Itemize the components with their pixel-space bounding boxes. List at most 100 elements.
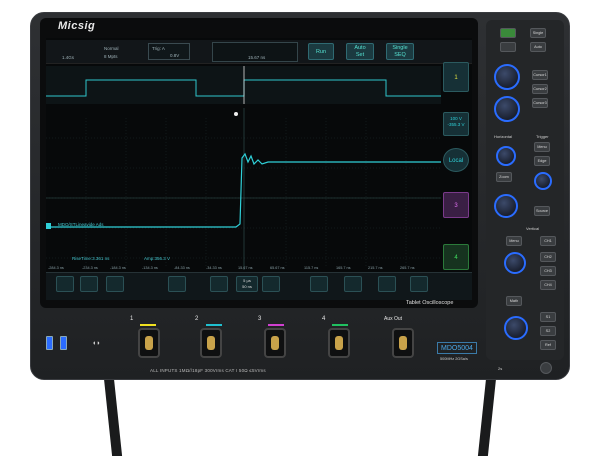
camera-icon[interactable] (500, 42, 516, 52)
time-tick: 15.67 ns (238, 266, 253, 270)
aux-out-connector[interactable] (392, 328, 414, 358)
coupling-text: Normal (104, 46, 119, 51)
channel-4-label: 4 (322, 316, 326, 322)
stand-leg-left (103, 378, 123, 456)
display-icon[interactable] (378, 276, 396, 292)
scale-readout: 100 V -355.3 V (443, 112, 469, 136)
channel-1-color (140, 324, 156, 326)
horizontal-label: Horizontal (494, 134, 513, 139)
measure-icon[interactable] (168, 276, 186, 292)
waveform-area[interactable] (46, 38, 472, 300)
power-icon[interactable] (540, 362, 552, 374)
stand-leg-right (477, 378, 497, 456)
s1-button[interactable]: S1 (540, 312, 556, 322)
menu-icon[interactable] (80, 276, 98, 292)
time-tick: 115.7 ns (304, 266, 319, 270)
time-tick: 215.7 ns (368, 266, 383, 270)
time-tick: 65.67 ns (270, 266, 285, 270)
soft-key-4[interactable]: 4 (443, 244, 469, 270)
run-stop-button[interactable] (500, 28, 516, 38)
single-button[interactable]: Single (530, 28, 546, 38)
single-seq-button[interactable]: Single SEQ (386, 43, 414, 60)
ch2-button[interactable]: CH2 (540, 252, 556, 262)
save-icon[interactable] (106, 276, 124, 292)
model-badge: MDO5004 (437, 342, 477, 354)
menu-button[interactable]: Menu (534, 142, 550, 152)
vertical-scale-knob[interactable] (504, 316, 528, 340)
timebase-value: 15.67 ns (248, 55, 266, 60)
inputs-rating: ALL INPUTS 1MΩ//18pF 300Vrms CAT I 50Ω ≤… (150, 368, 266, 373)
time-tick: -184.3 ns (110, 266, 126, 270)
hdmi-label: 2s (498, 366, 503, 371)
ch3-button[interactable]: CH3 (540, 266, 556, 276)
source-button[interactable]: Source (534, 206, 550, 216)
edge-button[interactable]: Edge (534, 156, 550, 166)
channel-2-input[interactable] (200, 328, 222, 358)
amplitude-readout: Amp:356.3 V (144, 256, 171, 261)
home-icon[interactable] (56, 276, 74, 292)
math-icon[interactable] (344, 276, 362, 292)
soft-key-3[interactable]: 3 (443, 192, 469, 218)
auto-button[interactable]: Auto (530, 42, 546, 52)
channel-4-input[interactable] (328, 328, 350, 358)
scale-knob[interactable] (494, 194, 518, 218)
usb-port-icon[interactable] (60, 336, 67, 350)
cursor-icon[interactable] (310, 276, 328, 292)
s2-button[interactable]: S2 (540, 326, 556, 336)
channel-3-color (268, 324, 284, 326)
time-tick: -234.3 ns (82, 266, 98, 270)
vertical-knob[interactable] (494, 96, 520, 122)
ch1-button[interactable]: CH1 (540, 236, 556, 246)
channel-3-label: 3 (258, 316, 262, 322)
time-tick: -84.33 ns (174, 266, 190, 270)
settings-icon[interactable] (410, 276, 428, 292)
channel-2-color (206, 324, 222, 326)
display-screen: MDO/STLineavide Ads RiseTime:3.361 ns Am… (46, 38, 472, 300)
ref-button[interactable]: Ref (540, 340, 556, 350)
soft-key-local[interactable]: Local (443, 148, 469, 172)
bandwidth-spec: 500MHz 2GSa/s (440, 357, 468, 361)
trigger-label: Trig: A (152, 46, 165, 51)
soft-key-1[interactable]: 1 (443, 62, 469, 92)
channel-4-color (332, 324, 348, 326)
sample-rate-text: 1.4Gs (62, 55, 75, 60)
channel-3-input[interactable] (264, 328, 286, 358)
time-tick: 165.7 ns (336, 266, 351, 270)
math-button[interactable]: Math (506, 296, 522, 306)
vertical-label: Vertical (526, 226, 540, 231)
time-tick: -134.3 ns (142, 266, 158, 270)
vertical-position-knob[interactable] (504, 252, 526, 274)
tagline: Tablet Oscilloscope (406, 300, 454, 306)
brand-logo: Micsig (58, 20, 96, 32)
zoom-icon[interactable] (210, 276, 228, 292)
pulse-icon[interactable] (262, 276, 280, 292)
position-knob[interactable] (496, 146, 516, 166)
oscilloscope-device: Micsig MDO/STLineavide Ads RiseTime:3.36… (0, 0, 600, 462)
cursor1-button[interactable]: Cursor1 (532, 70, 548, 80)
time-tick: 265.7 ns (400, 266, 415, 270)
probe-comp-icon: ◖◗ (92, 340, 101, 347)
horizontal-knob[interactable] (494, 64, 520, 90)
waveform-label: MDO/STLineavide Ads (58, 222, 104, 227)
cursor2-button[interactable]: Cursor2 (532, 84, 548, 94)
risetime-readout: RiseTime:3.361 ns (72, 256, 110, 261)
scale-detail: -355.3 V (447, 122, 465, 127)
level-knob[interactable] (534, 172, 552, 190)
ch4-button[interactable]: CH4 (540, 280, 556, 290)
memory-depth-text: 8 Mpts (104, 54, 118, 59)
trigger-level: 0.8V (170, 53, 180, 58)
auto-set-button[interactable]: Auto Set (346, 43, 374, 60)
aux-out-label: Aux Out (384, 316, 403, 322)
cursor3-button[interactable]: Cursor3 (532, 98, 548, 108)
zoom-button[interactable]: Zoom (496, 172, 512, 182)
trigger-section-label: Trigger (536, 134, 549, 139)
usb-port-icon[interactable] (46, 336, 53, 350)
channel-1-label: 1 (130, 316, 134, 322)
channel-1-input[interactable] (138, 328, 160, 358)
run-button[interactable]: Run (308, 43, 334, 60)
timebase-button[interactable]: 5 µs 50 ns (236, 276, 258, 292)
channel-2-trace (46, 152, 441, 228)
time-tick: -284.3 ns (48, 266, 64, 270)
channel-2-label: 2 (195, 316, 199, 322)
menu-button-vertical[interactable]: Menu (506, 236, 522, 246)
